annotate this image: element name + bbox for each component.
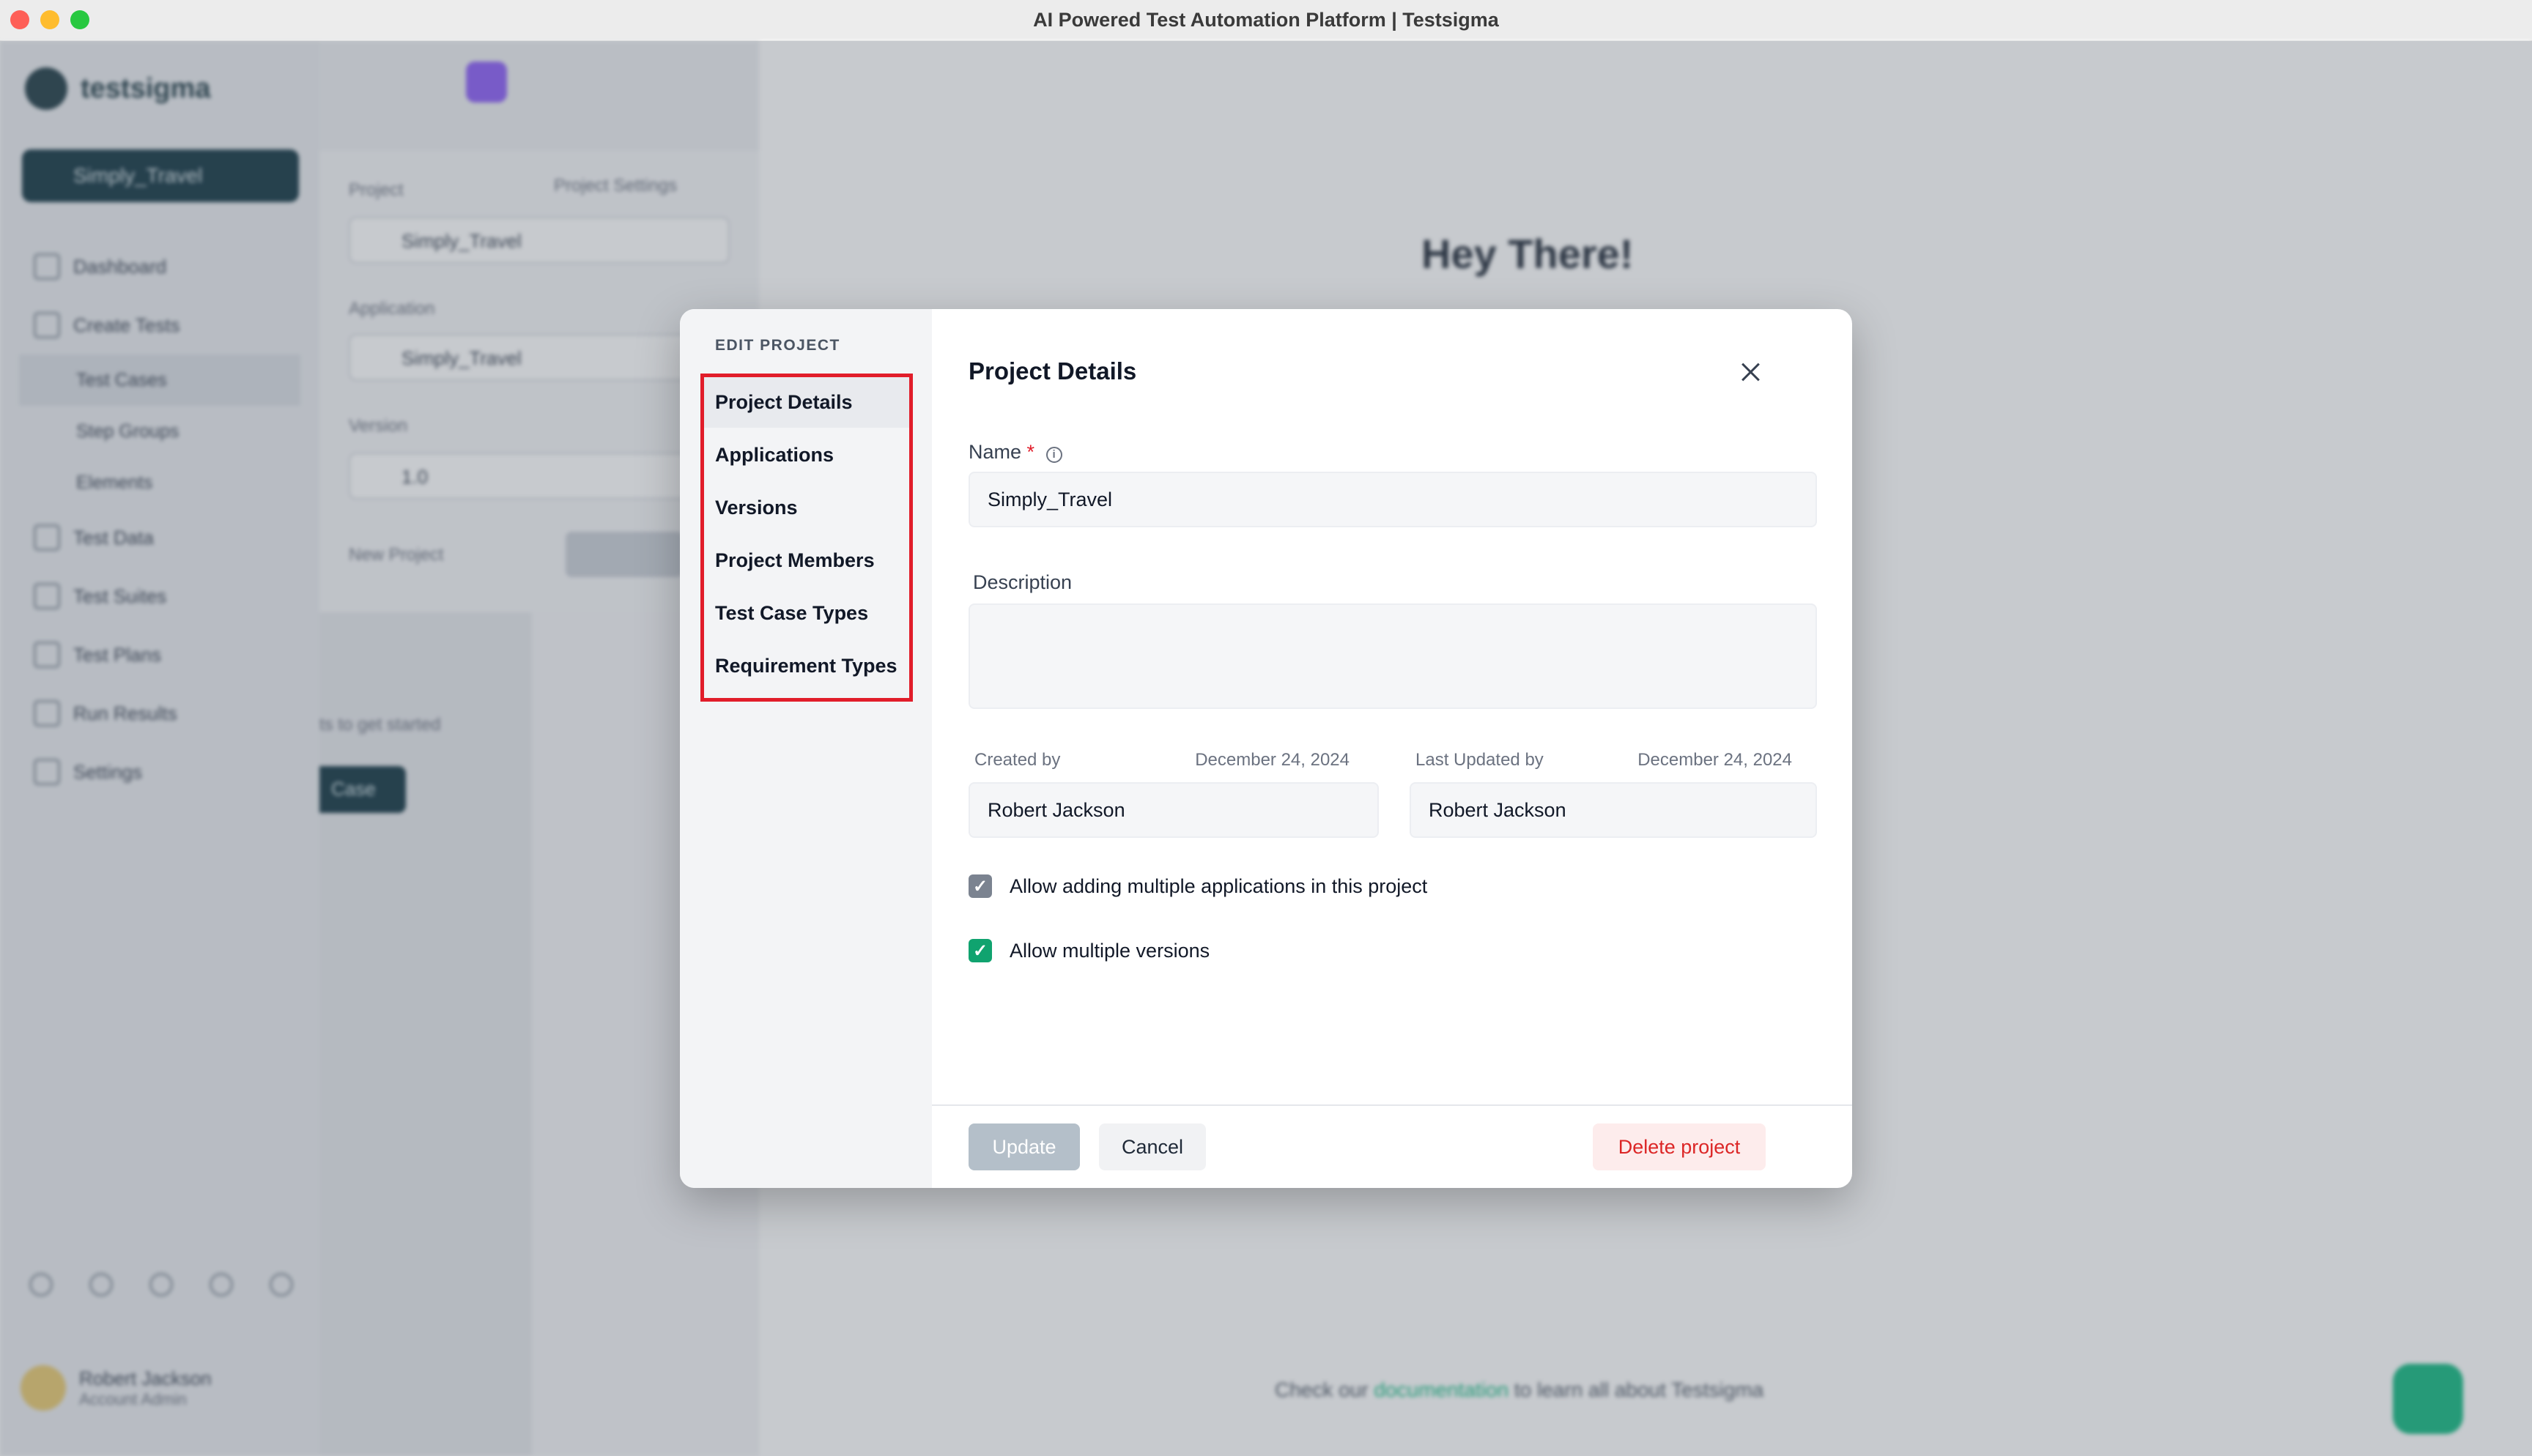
window-title: AI Powered Test Automation Platform | Te… bbox=[1033, 9, 1499, 31]
name-input[interactable] bbox=[969, 472, 1817, 527]
allow-multiple-versions-checkbox[interactable]: ✓ bbox=[969, 939, 992, 962]
allow-multiple-versions-row[interactable]: ✓ Allow multiple versions bbox=[969, 939, 1210, 962]
edit-project-label: EDIT PROJECT bbox=[715, 337, 840, 354]
modal-tab-sidebar: EDIT PROJECT Project Details Application… bbox=[680, 309, 932, 1188]
allow-multiple-apps-row[interactable]: ✓ Allow adding multiple applications in … bbox=[969, 874, 1427, 898]
created-date: December 24, 2024 bbox=[1195, 750, 1350, 770]
cancel-button[interactable]: Cancel bbox=[1099, 1123, 1206, 1170]
info-icon[interactable]: i bbox=[1045, 447, 1062, 463]
window-titlebar: AI Powered Test Automation Platform | Te… bbox=[0, 0, 2532, 41]
created-by-field: Robert Jackson bbox=[969, 782, 1379, 838]
allow-multiple-versions-label: Allow multiple versions bbox=[1010, 939, 1210, 962]
tabs-highlight-box bbox=[700, 374, 913, 702]
created-by-label: Created by bbox=[974, 750, 1061, 770]
project-details-panel: Project Details Name * i Description Cre… bbox=[932, 309, 1852, 1188]
edit-project-modal: EDIT PROJECT Project Details Application… bbox=[680, 309, 1852, 1188]
last-updated-by-label: Last Updated by bbox=[1415, 750, 1544, 770]
delete-project-button[interactable]: Delete project bbox=[1593, 1123, 1766, 1170]
allow-multiple-apps-checkbox[interactable]: ✓ bbox=[969, 874, 992, 898]
updated-date: December 24, 2024 bbox=[1637, 750, 1792, 770]
description-textarea[interactable] bbox=[969, 603, 1817, 709]
footer-divider bbox=[932, 1104, 1852, 1106]
required-marker: * bbox=[1026, 441, 1035, 463]
name-label: Name * i bbox=[969, 441, 1062, 464]
modal-title: Project Details bbox=[969, 357, 1137, 385]
allow-multiple-apps-label: Allow adding multiple applications in th… bbox=[1010, 874, 1428, 897]
last-updated-by-field: Robert Jackson bbox=[1410, 782, 1817, 838]
close-icon[interactable] bbox=[1736, 357, 1766, 387]
description-label: Description bbox=[973, 571, 1073, 593]
update-button[interactable]: Update bbox=[969, 1123, 1080, 1170]
